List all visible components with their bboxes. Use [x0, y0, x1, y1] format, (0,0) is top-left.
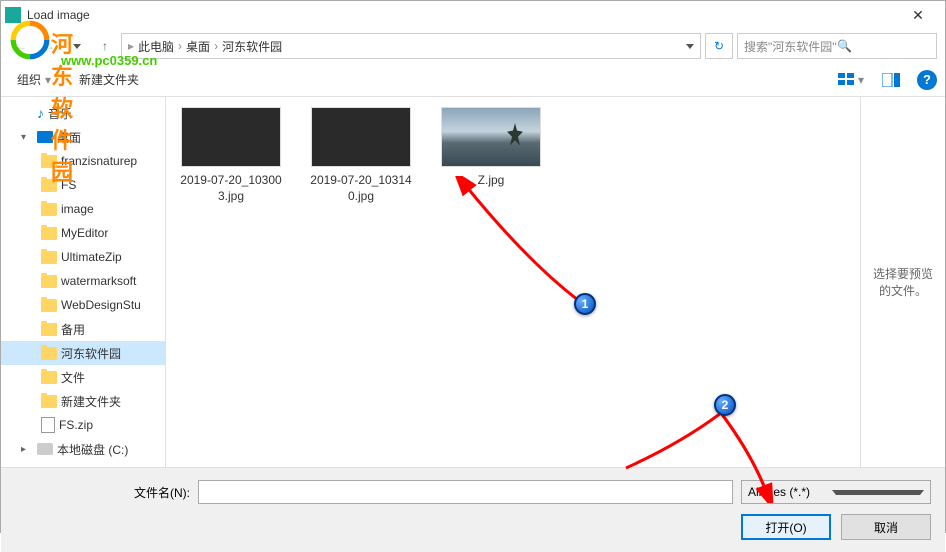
- address-bar[interactable]: ▸ 此电脑 › 桌面 › 河东软件园: [121, 33, 701, 59]
- close-button[interactable]: ✕: [895, 1, 941, 29]
- sidebar-item-label: MyEditor: [61, 226, 108, 240]
- sidebar-item-label: FS.zip: [59, 418, 93, 432]
- recent-dropdown[interactable]: [65, 34, 89, 58]
- sidebar-item[interactable]: FS: [1, 173, 165, 197]
- search-input[interactable]: 搜索"河东软件园" 🔍: [737, 33, 937, 59]
- sidebar-item-label: franzisnaturep: [61, 154, 137, 168]
- open-button[interactable]: 打开(O): [741, 514, 831, 540]
- file-item[interactable]: Z.jpg: [436, 107, 546, 189]
- file-thumbnail: [181, 107, 281, 167]
- sidebar-item-label: 文件: [61, 369, 85, 386]
- file-item[interactable]: 2019-07-20_103003.jpg: [176, 107, 286, 204]
- app-icon: [5, 7, 21, 23]
- window-title: Load image: [27, 8, 895, 22]
- annotation-badge-2: 2: [714, 394, 736, 416]
- sidebar-item[interactable]: image: [1, 197, 165, 221]
- sidebar-item-label: 河东软件园: [61, 345, 121, 362]
- folder-icon: [41, 179, 57, 192]
- sidebar: ♪音乐 ▾ 桌面 franzisnaturep FS image MyEditor Ultim…: [1, 97, 166, 467]
- breadcrumb-item[interactable]: 河东软件园: [222, 38, 282, 55]
- view-mode-button[interactable]: ▾: [837, 69, 865, 91]
- file-name: 2019-07-20_103003.jpg: [176, 173, 286, 204]
- file-name: Z.jpg: [436, 173, 546, 189]
- filename-input[interactable]: [198, 480, 733, 504]
- sidebar-item[interactable]: ▸ 本地磁盘 (C:): [1, 437, 165, 461]
- path-dropdown-icon[interactable]: [686, 44, 694, 49]
- disk-icon: [37, 443, 53, 455]
- organize-button[interactable]: 组织 ▾: [9, 67, 59, 92]
- folder-icon: [41, 347, 57, 360]
- preview-text: 选择要预览的文件。: [869, 265, 937, 299]
- sidebar-item[interactable]: FS.zip: [1, 413, 165, 437]
- folder-icon: [41, 227, 57, 240]
- sidebar-item-label: WebDesignStu: [61, 298, 141, 312]
- back-button[interactable]: ←: [9, 34, 33, 58]
- expand-icon[interactable]: ▸: [21, 444, 33, 455]
- sidebar-item-label: 桌面: [57, 129, 81, 146]
- sidebar-item[interactable]: 河东软件园: [1, 341, 165, 365]
- folder-icon: [41, 251, 57, 264]
- sidebar-item-label: 音乐: [48, 105, 72, 122]
- folder-icon: [41, 323, 57, 336]
- file-filter-combo[interactable]: All files (*.*): [741, 480, 931, 504]
- sidebar-item-label: 本地磁盘 (C:): [57, 441, 128, 458]
- file-name: 2019-07-20_103140.jpg: [306, 173, 416, 204]
- folder-icon: [41, 395, 57, 408]
- expand-icon[interactable]: ▾: [21, 132, 33, 143]
- breadcrumb-root[interactable]: 此电脑: [138, 38, 174, 55]
- chevron-down-icon: [832, 490, 924, 495]
- sidebar-item-label: 备用: [61, 321, 85, 338]
- sidebar-item[interactable]: franzisnaturep: [1, 149, 165, 173]
- pathbar: ← → ↑ ▸ 此电脑 › 桌面 › 河东软件园 ↻ 搜索"河东软件园" 🔍: [1, 29, 945, 63]
- filter-value: All files (*.*): [748, 485, 832, 499]
- file-thumbnail: [441, 107, 541, 167]
- files-area[interactable]: 2019-07-20_103003.jpg 2019-07-20_103140.j…: [166, 97, 860, 467]
- sidebar-item-label: FS: [61, 178, 76, 192]
- file-item[interactable]: 2019-07-20_103140.jpg: [306, 107, 416, 204]
- folder-icon: [41, 203, 57, 216]
- filename-label: 文件名(N):: [15, 484, 190, 501]
- titlebar: Load image ✕: [1, 1, 945, 29]
- help-button[interactable]: ?: [917, 70, 937, 90]
- zip-icon: [41, 417, 55, 433]
- toolbar: 组织 ▾ 新建文件夹 ▾ ?: [1, 63, 945, 97]
- sidebar-item-label: watermarksoft: [61, 274, 136, 288]
- breadcrumb-item[interactable]: 桌面: [186, 38, 210, 55]
- refresh-button[interactable]: ↻: [705, 33, 733, 59]
- bottom-bar: 文件名(N): All files (*.*) 打开(O) 取消: [1, 467, 945, 552]
- sidebar-item[interactable]: MyEditor: [1, 221, 165, 245]
- sidebar-item[interactable]: 文件: [1, 365, 165, 389]
- content-area: ♪音乐 ▾ 桌面 franzisnaturep FS image MyEditor Ultim…: [1, 97, 945, 467]
- sidebar-item[interactable]: ♪音乐: [1, 101, 165, 125]
- search-placeholder: 搜索"河东软件园": [744, 38, 837, 55]
- sidebar-item[interactable]: watermarksoft: [1, 269, 165, 293]
- sidebar-item[interactable]: UltimateZip: [1, 245, 165, 269]
- sidebar-item-label: image: [61, 202, 94, 216]
- folder-icon: [41, 155, 57, 168]
- sidebar-item[interactable]: 备用: [1, 317, 165, 341]
- new-folder-button[interactable]: 新建文件夹: [71, 67, 147, 92]
- music-icon: ♪: [37, 105, 44, 121]
- annotation-badge-1: 1: [574, 293, 596, 315]
- desktop-icon: [37, 131, 53, 143]
- file-thumbnail: [311, 107, 411, 167]
- folder-icon: [41, 371, 57, 384]
- cancel-button[interactable]: 取消: [841, 514, 931, 540]
- sidebar-item[interactable]: ▾ 桌面: [1, 125, 165, 149]
- forward-button[interactable]: →: [37, 34, 61, 58]
- preview-pane-button[interactable]: [877, 69, 905, 91]
- sidebar-item[interactable]: 新建文件夹: [1, 389, 165, 413]
- sidebar-item-label: UltimateZip: [61, 250, 122, 264]
- folder-icon: [41, 299, 57, 312]
- preview-pane: 选择要预览的文件。: [860, 97, 945, 467]
- search-icon: 🔍: [837, 39, 930, 53]
- up-button[interactable]: ↑: [93, 34, 117, 58]
- folder-icon: [41, 275, 57, 288]
- sidebar-item-label: 新建文件夹: [61, 393, 121, 410]
- sidebar-item[interactable]: WebDesignStu: [1, 293, 165, 317]
